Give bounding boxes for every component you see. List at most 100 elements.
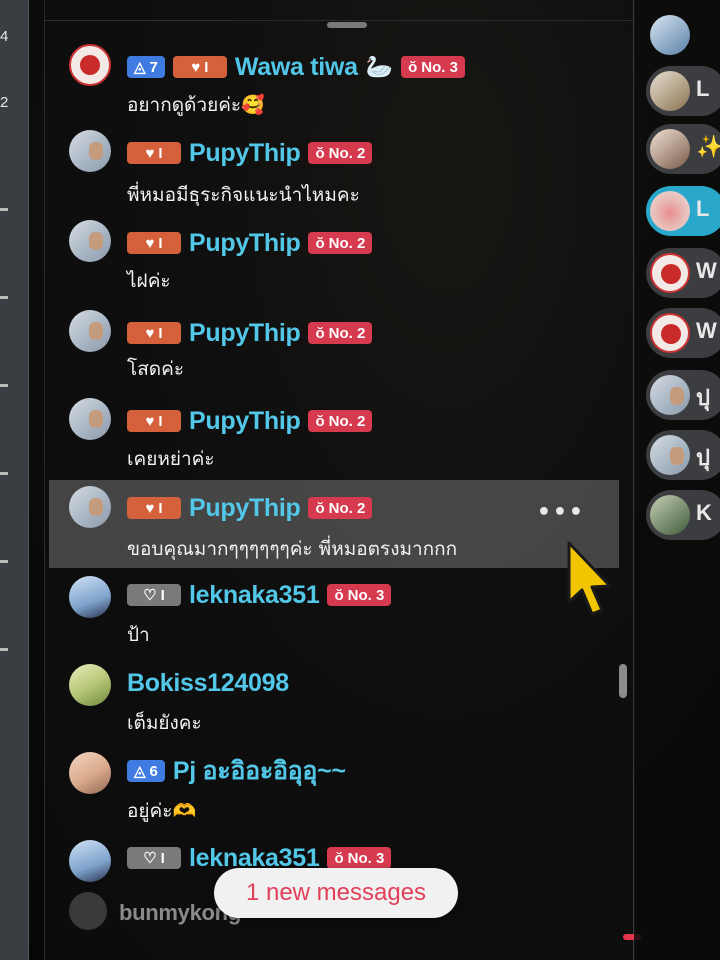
chat-message[interactable]: ♥ I PupyThip ŏ No. 2 พี่หมอมีธุระกิจแนะนำไ…: [49, 124, 619, 212]
rail-number: 2: [0, 94, 9, 111]
rail-tick: [0, 384, 8, 387]
user-photo-avatar[interactable]: [69, 220, 111, 262]
chat-message[interactable]: ♥ I PupyThip ŏ No. 2 โสดค่ะ: [49, 304, 619, 392]
heart-icon: ♥: [145, 499, 155, 517]
right-list-item-active[interactable]: L: [646, 186, 720, 236]
user-photo-avatar[interactable]: [69, 840, 111, 882]
heart-badge: ♥ I: [127, 410, 181, 432]
rank-badge: ŏ No. 2: [308, 410, 373, 432]
right-list-item[interactable]: W: [646, 308, 720, 358]
rail-tick: [0, 472, 8, 475]
message-text: ไฝค่ะ: [127, 270, 171, 292]
username[interactable]: PupyThip: [189, 319, 301, 348]
user-photo-avatar[interactable]: [69, 130, 111, 172]
username[interactable]: PupyThip: [189, 139, 301, 168]
right-list-item[interactable]: ✨: [646, 124, 720, 174]
medal-icon: ŏ: [315, 412, 325, 430]
medal-icon: ŏ: [315, 324, 325, 342]
user-photo-avatar[interactable]: [650, 129, 690, 169]
swan-emoji: 🦢: [365, 54, 394, 80]
rank-badge: ŏ No. 3: [327, 847, 392, 869]
message-text: ป้า: [127, 624, 150, 646]
heart-badge-gray: ♡ I: [127, 584, 181, 606]
heart-icon: ♥: [145, 144, 155, 162]
message-text: อยู่ค่ะ🫶: [127, 800, 197, 822]
scrollbar-thumb[interactable]: [619, 664, 627, 698]
message-text: เต็มยังคะ: [127, 712, 202, 734]
message-text: เคยหย่าค่ะ: [127, 448, 215, 470]
heart-badge-gray: ♡ I: [127, 847, 181, 869]
username[interactable]: leknaka351: [189, 581, 320, 610]
bunny-avatar[interactable]: [69, 892, 107, 930]
user-photo-avatar[interactable]: [69, 310, 111, 352]
rail-tick: [0, 560, 8, 563]
heart-icon: ♥: [191, 58, 201, 76]
right-list-item[interactable]: L: [646, 66, 720, 116]
right-list-item[interactable]: ปุ: [646, 430, 720, 480]
user-photo-avatar[interactable]: [650, 375, 690, 415]
heart-badge: ♥ I: [127, 497, 181, 519]
chat-message[interactable]: ♡ I leknaka351 ŏ No. 3 ป้า: [49, 570, 619, 656]
chat-message[interactable]: Bokiss124098 เต็มยังคะ: [49, 658, 619, 744]
user-photo-avatar[interactable]: [69, 398, 111, 440]
user-photo-avatar[interactable]: [69, 486, 111, 528]
rank-badge: ŏ No. 3: [327, 584, 392, 606]
user-photo-avatar[interactable]: [650, 71, 690, 111]
right-list-item[interactable]: W: [646, 248, 720, 298]
message-text: พี่หมอมีธุระกิจแนะนำไหมคะ: [127, 184, 360, 206]
username[interactable]: PupyThip: [189, 229, 301, 258]
user-photo-avatar[interactable]: [69, 576, 111, 618]
user-photo-avatar[interactable]: [650, 495, 690, 535]
tiktok-red-logo-avatar[interactable]: [650, 313, 690, 353]
medal-icon: ŏ: [334, 849, 344, 867]
rank-badge: ŏ No. 2: [308, 142, 373, 164]
username[interactable]: PupyThip: [189, 494, 301, 523]
triangle-icon: ◬: [134, 763, 146, 780]
user-photo-avatar[interactable]: [69, 664, 111, 706]
heart-badge: ♥ I: [172, 56, 227, 78]
heart-badge: ♥ I: [127, 232, 181, 254]
chat-message[interactable]: ◬ 6 Pj อะอิอะอิอุอุ~~ อยู่ค่ะ🫶: [49, 746, 619, 832]
panel-top-divider: [45, 20, 633, 21]
username[interactable]: Bokiss124098: [127, 669, 289, 698]
user-photo-avatar[interactable]: [69, 752, 111, 794]
message-text: อยากดูด้วยค่ะ🥰: [127, 94, 265, 116]
chat-message-highlighted[interactable]: ♥ I PupyThip ŏ No. 2 ••• ขอบคุณมากๆๆๆๆๆๆค่…: [49, 480, 619, 568]
chat-message[interactable]: ◬ 7 ♥ I Wawa tiwa 🦢 ŏ No. 3 อยากดูด้วยค่ะ🥰: [49, 38, 619, 122]
username[interactable]: Pj อะอิอะอิอุอุ~~: [173, 751, 346, 791]
user-photo-avatar[interactable]: [650, 435, 690, 475]
heart-outline-icon: ♡: [143, 850, 157, 867]
rail-tick: [0, 648, 8, 651]
chat-message[interactable]: ♥ I PupyThip ŏ No. 2 เคยหย่าค่ะ: [49, 392, 619, 480]
tiktok-red-logo-avatar[interactable]: [650, 253, 690, 293]
medal-icon: ŏ: [315, 144, 325, 162]
rank-badge: ŏ No. 2: [308, 497, 373, 519]
heart-outline-icon: ♡: [143, 587, 157, 604]
chat-message[interactable]: ♥ I PupyThip ŏ No. 2 ไฝค่ะ: [49, 214, 619, 302]
new-messages-button[interactable]: 1 new messages: [214, 868, 458, 918]
rank-badge: ŏ No. 2: [308, 232, 373, 254]
right-list-item[interactable]: ปุ: [646, 370, 720, 420]
live-chat-panel: ◬ 7 ♥ I Wawa tiwa 🦢 ŏ No. 3 อยากดูด้วยค่ะ🥰 …: [44, 0, 641, 960]
rail-number: 4: [0, 28, 9, 45]
more-options-icon[interactable]: •••: [537, 500, 585, 525]
tiktok-red-logo-avatar[interactable]: [69, 44, 111, 86]
tier-badge: ◬ 6: [127, 760, 165, 782]
right-list-item[interactable]: K: [646, 490, 720, 540]
right-list-item[interactable]: [646, 10, 720, 60]
heart-icon: ♥: [145, 234, 155, 252]
user-photo-avatar[interactable]: [650, 191, 690, 231]
username[interactable]: Wawa tiwa: [235, 53, 358, 82]
rank-badge: ŏ No. 2: [308, 322, 373, 344]
right-user-list: L ✨ L W W ปุ ปุ K: [634, 0, 720, 960]
medal-icon: ŏ: [315, 234, 325, 252]
medal-icon: ŏ: [408, 58, 418, 76]
heart-icon: ♥: [145, 324, 155, 342]
heart-badge: ♥ I: [127, 142, 181, 164]
rail-tick: [0, 296, 8, 299]
heart-icon: ♥: [145, 412, 155, 430]
triangle-icon: ◬: [134, 59, 146, 76]
user-photo-avatar[interactable]: [650, 15, 690, 55]
drag-handle[interactable]: [327, 22, 367, 28]
username[interactable]: PupyThip: [189, 407, 301, 436]
